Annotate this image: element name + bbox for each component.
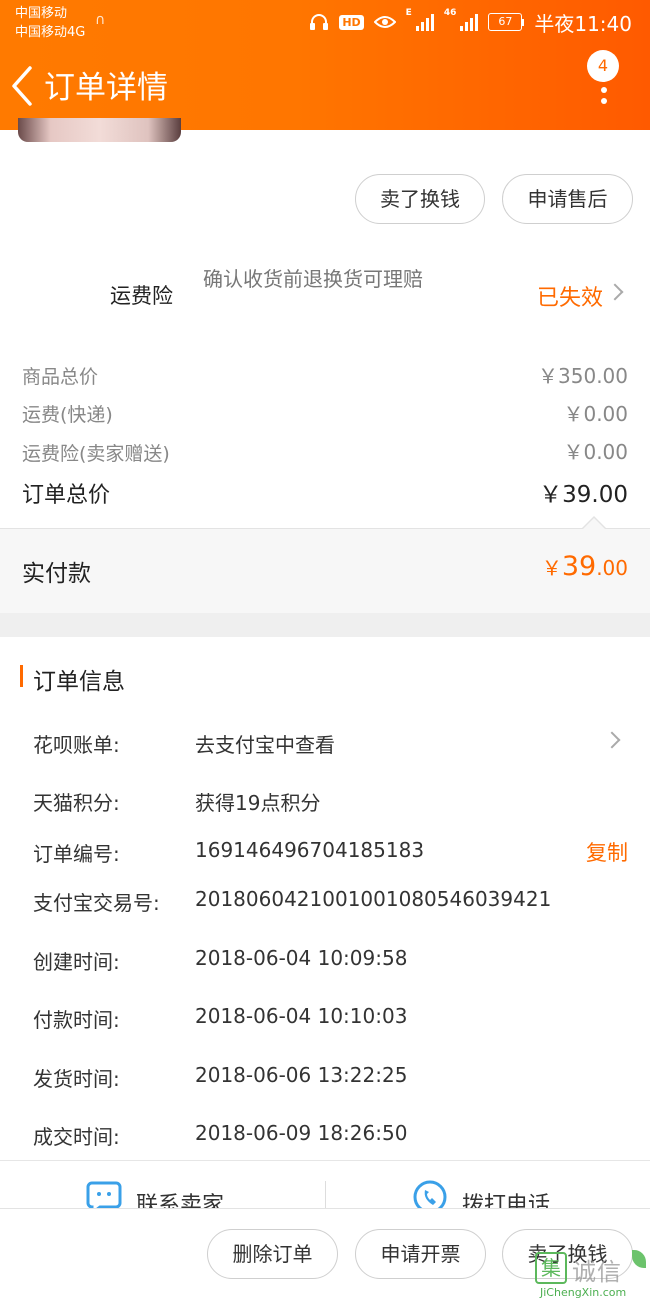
shipping-fee-value: ￥0.00 — [563, 402, 628, 426]
page-title: 订单详情 — [44, 70, 168, 106]
insurance-label: 运费险 — [110, 284, 173, 308]
call-phone-label: 拨打电话 — [462, 1193, 551, 1210]
contact-seller-label: 联系卖家 — [136, 1193, 225, 1210]
carrier-2: 中国移动4G — [15, 25, 86, 40]
order-number: 169146496704185183 — [195, 838, 425, 862]
info-label: 天猫积分: — [33, 791, 120, 815]
contact-bar: 联系卖家 拨打电话 — [0, 1160, 650, 1210]
info-value: 2018060421001001080546039421 — [195, 887, 552, 911]
after-sale-button[interactable]: 申请售后 — [502, 174, 633, 224]
carrier-1: 中国移动 — [15, 6, 68, 21]
payment-decimal: .00 — [596, 556, 628, 580]
headset-icon: ∩ — [95, 12, 106, 28]
info-value: 获得19点积分 — [195, 791, 321, 815]
contact-separator — [325, 1181, 326, 1210]
watermark-url: JiChengXin.com — [540, 1286, 627, 1299]
info-value: 2018-06-06 13:22:25 — [195, 1063, 408, 1087]
info-label: 发货时间: — [33, 1067, 120, 1091]
info-value: 去支付宝中查看 — [195, 733, 335, 757]
goods-total-value: ￥350.00 — [538, 364, 628, 388]
info-value: 2018-06-04 10:09:58 — [195, 946, 408, 970]
signal-icon-2 — [460, 13, 479, 31]
status-carriers: 中国移动 中国移动4G — [15, 4, 85, 42]
order-total-value: ￥39.00 — [539, 482, 628, 508]
battery-icon: 67 — [488, 13, 525, 31]
phone-icon — [413, 1180, 447, 1210]
actual-payment-value: ￥39.00 — [542, 551, 628, 582]
insurance-fee-label: 运费险(卖家赠送) — [22, 443, 170, 465]
status-time: 半夜11:40 — [534, 11, 632, 36]
signal-icon-1 — [415, 13, 434, 31]
leaf-icon — [632, 1250, 646, 1268]
actual-payment-label: 实付款 — [22, 561, 91, 587]
insurance-description: 确认收货前退换货可理赔 — [203, 267, 423, 291]
goods-total-label: 商品总价 — [22, 366, 99, 388]
copy-button[interactable]: 复制 — [586, 837, 628, 867]
more-menu-button[interactable]: 4 — [586, 50, 626, 110]
order-info-title: 订单信息 — [33, 669, 125, 695]
chat-icon — [86, 1181, 122, 1210]
app-header: 中国移动 中国移动4G ∩ HD E 46 67 半夜11:40 订单详情 4 — [0, 0, 650, 130]
section-divider — [0, 613, 650, 637]
product-image[interactable] — [18, 118, 181, 142]
watermark-name: 诚信 — [572, 1258, 622, 1286]
insurance-status: 已失效 — [537, 286, 604, 311]
contact-seller-button[interactable]: 联系卖家 — [86, 1179, 224, 1210]
info-value: 2018-06-04 10:10:03 — [195, 1004, 408, 1028]
net-type-tag: 46 — [443, 8, 457, 18]
payment-integer: 39 — [561, 551, 597, 582]
info-label: 支付宝交易号: — [33, 891, 160, 915]
info-label: 付款时间: — [33, 1008, 120, 1032]
delete-order-button[interactable]: 删除订单 — [207, 1229, 338, 1279]
hd-badge: HD — [339, 14, 364, 30]
insurance-fee-value: ￥0.00 — [563, 440, 628, 464]
sell-exchange-button[interactable]: 卖了换钱 — [355, 174, 485, 224]
chevron-right-icon — [606, 283, 624, 301]
currency-symbol: ￥ — [541, 556, 562, 580]
info-label: 花呗账单: — [33, 733, 120, 757]
order-total-label: 订单总价 — [22, 483, 111, 508]
site-watermark: 集 诚信 JiChengXin.com — [532, 1250, 650, 1300]
section-accent-bar — [20, 665, 23, 687]
status-icons: HD E 46 67 半夜11:40 — [309, 8, 632, 36]
battery-level: 67 — [488, 13, 523, 31]
notch-fill — [583, 518, 605, 529]
eye-icon — [373, 16, 396, 28]
info-label: 成交时间: — [33, 1125, 120, 1149]
chevron-right-icon — [603, 731, 621, 749]
info-value: 2018-06-09 18:26:50 — [195, 1121, 408, 1145]
back-arrow-icon — [12, 66, 32, 106]
watermark-logo-icon: 集 — [535, 1252, 567, 1284]
info-label: 订单编号: — [33, 842, 120, 866]
info-label: 创建时间: — [33, 950, 120, 974]
call-phone-button[interactable]: 拨打电话 — [412, 1179, 550, 1210]
shipping-fee-label: 运费(快递) — [22, 404, 113, 426]
actual-payment-section: 实付款 ￥39.00 — [0, 528, 650, 613]
back-button[interactable] — [8, 64, 38, 108]
net-e-tag: E — [405, 8, 412, 18]
headphone-icon — [310, 14, 329, 30]
more-dots-icon — [601, 76, 607, 109]
apply-invoice-button[interactable]: 申请开票 — [355, 1229, 486, 1279]
